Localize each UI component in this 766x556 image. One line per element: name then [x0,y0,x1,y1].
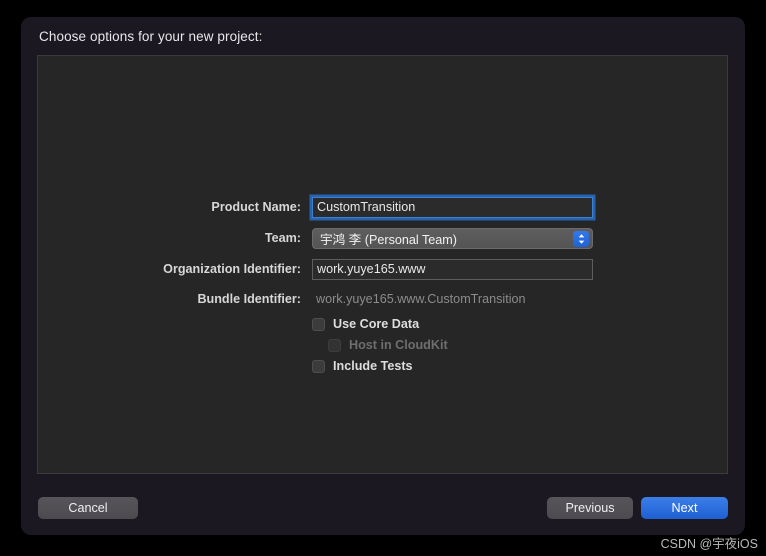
checkbox-row-host-in-cloudkit: Host in CloudKit [328,338,448,352]
use-core-data-checkbox[interactable] [312,317,325,331]
next-button[interactable]: Next [641,497,728,519]
checkbox-row-use-core-data[interactable]: Use Core Data [312,317,419,331]
dialog-title: Choose options for your new project: [39,29,263,44]
organization-identifier-input[interactable] [312,258,593,280]
previous-button[interactable]: Previous [547,497,633,519]
bundle-identifier-value: work.yuye165.www.CustomTransition [316,292,526,306]
include-tests-label: Include Tests [333,359,413,373]
options-panel: Product Name: Team: 宇鸿 李 (Personal Team) [37,55,728,474]
team-control: 宇鸿 李 (Personal Team) [312,227,593,249]
host-in-cloudkit-checkbox [328,338,341,352]
form-row-team: Team: 宇鸿 李 (Personal Team) [38,227,593,249]
team-popup-button[interactable]: 宇鸿 李 (Personal Team) [312,227,593,249]
include-tests-checkbox[interactable] [312,359,325,373]
new-project-options-dialog: Choose options for your new project: Pro… [21,17,745,535]
team-label: Team: [264,231,301,245]
screen-root: Choose options for your new project: Pro… [0,0,766,556]
watermark: CSDN @宇夜iOS [660,537,758,551]
form-row-bundle-identifier: Bundle Identifier: work.yuye165.www.Cust… [38,288,526,310]
chevron-up-down-icon[interactable] [573,231,589,247]
organization-identifier-control [312,258,593,280]
cancel-button[interactable]: Cancel [38,497,138,519]
product-name-label: Product Name: [211,200,301,214]
product-name-control [312,196,593,218]
use-core-data-label: Use Core Data [333,317,420,331]
organization-identifier-label: Organization Identifier: [163,262,301,276]
bundle-identifier-label: Bundle Identifier: [197,292,301,306]
form-row-product-name: Product Name: [38,196,593,218]
team-selected-value: 宇鸿 李 (Personal Team) [320,232,457,247]
form-row-organization-identifier: Organization Identifier: [38,258,593,280]
host-in-cloudkit-label: Host in CloudKit [349,338,448,352]
product-name-input[interactable] [312,196,593,218]
checkbox-row-include-tests[interactable]: Include Tests [312,359,413,373]
